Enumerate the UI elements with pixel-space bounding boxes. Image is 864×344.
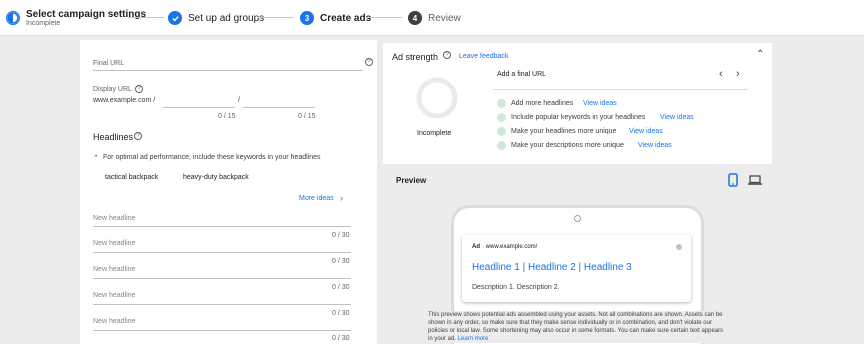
headline-input[interactable]: New headline (93, 215, 135, 222)
chevron-left-icon[interactable]: ‹ (719, 68, 723, 80)
step-number: 3 (300, 11, 314, 25)
ad-strength-title: Ad strength (392, 52, 439, 62)
headline-underline (93, 226, 351, 227)
info-dot-icon[interactable] (676, 244, 682, 250)
path1-counter: 0 / 15 (218, 113, 236, 120)
path-separator: / (238, 97, 240, 104)
view-ideas-link[interactable]: View ideas (660, 114, 694, 121)
display-url-label: Display URL (93, 86, 132, 93)
help-icon[interactable]: ? (135, 85, 143, 93)
path1-input[interactable] (163, 107, 235, 108)
campaign-stepper: Select campaign settings Incomplete Set … (0, 0, 864, 36)
step-label: Create ads (320, 12, 372, 24)
final-url-field[interactable]: Final URL (93, 60, 124, 67)
ad-form-panel: Final URL ? Display URL ? www.example.co… (80, 40, 377, 344)
ad-display-url: · www.example.com/ (482, 244, 538, 250)
ad-headline[interactable]: Headline 1 | Headline 2 | Headline 3 (472, 262, 632, 273)
step-connector (258, 17, 294, 18)
strength-status: Incomplete (417, 130, 452, 137)
help-icon[interactable]: ? (443, 51, 451, 59)
help-icon[interactable]: ? (134, 132, 142, 140)
suggestion-text: Make your headlines more unique (511, 128, 617, 135)
add-final-url-text: Add a final URL (497, 71, 547, 78)
step-label: Review (428, 12, 461, 24)
suggestion-dot-icon (497, 127, 506, 136)
step-review[interactable]: 4 Review (408, 0, 461, 36)
step-label: Select campaign settings (26, 9, 147, 20)
ad-strength-card: Ad strength ? Leave feedback ⌃ Incomplet… (383, 43, 772, 164)
ad-description: Description 1. Description 2. (472, 284, 560, 291)
step-status: Incomplete (26, 20, 61, 27)
view-ideas-link[interactable]: View ideas (629, 128, 663, 135)
help-icon[interactable]: ? (365, 58, 373, 66)
chevron-up-icon[interactable]: ⌃ (93, 154, 99, 162)
headline-underline (93, 278, 351, 279)
headline-counter: 0 / 30 (332, 284, 350, 291)
headline-counter: 0 / 30 (332, 232, 350, 239)
step-ad-groups[interactable]: Set up ad groups (168, 0, 264, 36)
collapse-chevron-icon[interactable]: ⌃ (756, 49, 764, 60)
phone-camera (574, 215, 581, 222)
desktop-device-icon[interactable] (748, 175, 762, 185)
path2-input[interactable] (243, 107, 315, 108)
leave-feedback-link[interactable]: Leave feedback (459, 53, 508, 60)
headline-counter: 0 / 30 (332, 258, 350, 265)
learn-more-link[interactable]: Learn more (458, 336, 489, 342)
view-ideas-link[interactable]: View ideas (583, 100, 617, 107)
suggestion-dot-icon (497, 99, 506, 108)
ad-badge: Ad (472, 244, 480, 250)
step-connector (128, 17, 164, 18)
keyword-chip[interactable]: tactical backpack (105, 174, 158, 181)
suggestion-text: Add more headlines (511, 100, 574, 107)
headlines-title: Headlines (93, 132, 134, 142)
step-create-ads[interactable]: 3 Create ads (300, 0, 371, 36)
mobile-device-icon[interactable] (728, 173, 738, 187)
final-url-underline (93, 70, 363, 71)
divider (493, 89, 748, 90)
checkmark-icon (168, 11, 182, 25)
preview-title: Preview (396, 176, 427, 185)
headline-counter: 0 / 30 (332, 310, 350, 317)
step-campaign-settings[interactable]: Select campaign settings Incomplete (6, 0, 146, 36)
step-connector (366, 17, 402, 18)
more-ideas-link[interactable]: More ideas (299, 195, 334, 202)
view-ideas-link[interactable]: View ideas (638, 142, 672, 149)
headline-underline (93, 252, 351, 253)
suggestion-text: Make your descriptions more unique (511, 142, 624, 149)
ad-preview: Ad · www.example.com/ Headline 1 | Headl… (462, 235, 691, 302)
chevron-right-icon[interactable]: › (340, 193, 343, 203)
suggestion-dot-icon (497, 113, 506, 122)
step-number: 4 (408, 11, 422, 25)
headline-underline (93, 330, 351, 331)
headline-input[interactable]: New headline (93, 318, 135, 325)
headline-input[interactable]: New headline (93, 266, 135, 273)
headline-input[interactable]: New headline (93, 292, 135, 299)
headline-input[interactable]: New headline (93, 240, 135, 247)
step-label: Set up ad groups (188, 12, 265, 24)
display-url-value: www.example.com / (93, 97, 156, 104)
keywords-hint: For optimal ad performance, include thes… (103, 154, 321, 161)
chevron-right-icon[interactable]: › (736, 68, 740, 80)
half-circle-icon (6, 11, 20, 25)
suggestion-dot-icon (497, 141, 506, 150)
path2-counter: 0 / 15 (298, 113, 316, 120)
strength-gauge (416, 77, 458, 119)
suggestion-text: Include popular keywords in your headlin… (511, 114, 646, 121)
headline-underline (93, 304, 351, 305)
keyword-chip[interactable]: heavy-duty backpack (183, 174, 249, 181)
headline-counter: 0 / 30 (332, 335, 350, 342)
preview-disclaimer: This preview shows potential ads assembl… (428, 311, 728, 343)
